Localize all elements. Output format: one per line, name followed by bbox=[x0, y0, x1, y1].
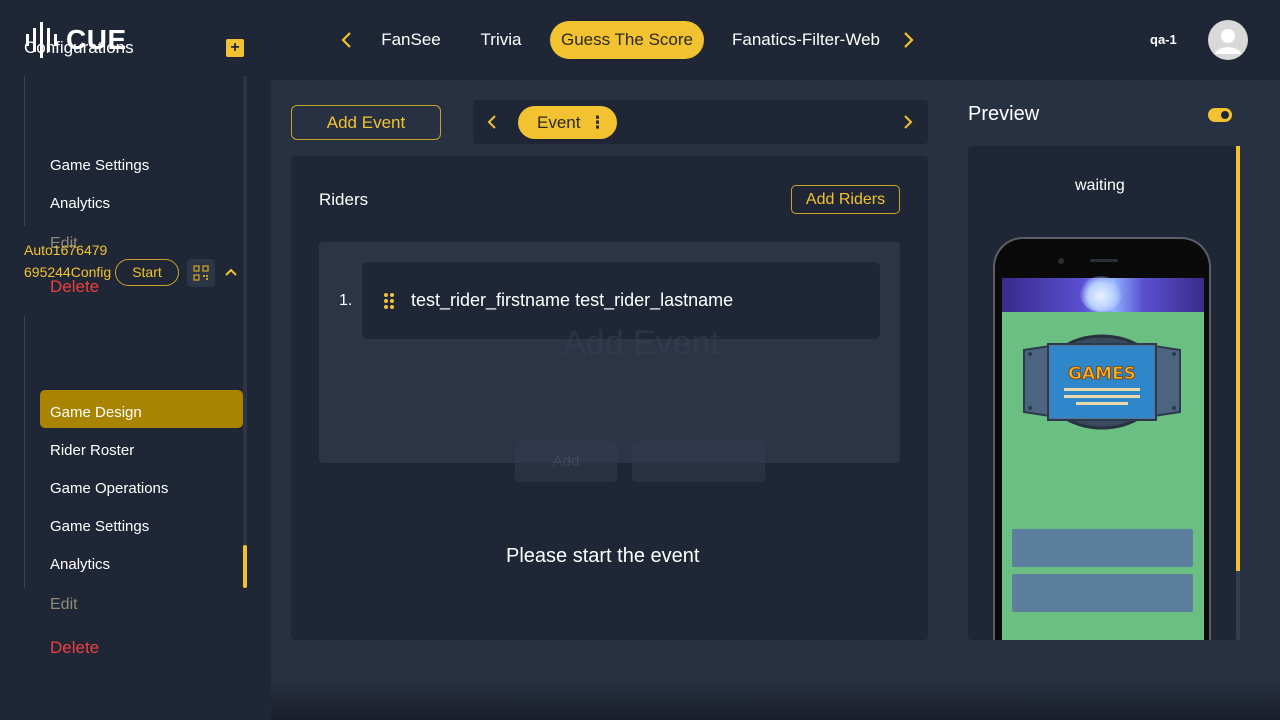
chevron-right-icon bbox=[904, 32, 914, 48]
user-icon bbox=[1215, 29, 1241, 54]
rider-name: test_rider_firstname test_rider_lastname bbox=[411, 290, 734, 310]
add-configuration-button[interactable]: + bbox=[226, 39, 244, 57]
top-bar: CUE FanSee Trivia Guess The Score Fanati… bbox=[0, 0, 1280, 80]
event-next-button[interactable] bbox=[896, 110, 920, 134]
chevron-left-icon bbox=[487, 115, 496, 129]
preview-answer-button[interactable] bbox=[1012, 529, 1193, 567]
sidebar-scrollbar[interactable] bbox=[243, 76, 247, 588]
rider-number: 1. bbox=[339, 292, 353, 309]
chevron-up-icon bbox=[225, 268, 237, 276]
avatar[interactable] bbox=[1208, 20, 1248, 60]
sidebar-title: Configurations bbox=[24, 38, 134, 57]
games-badge: GAMES bbox=[1023, 334, 1181, 430]
ghost-modal-title: Add Event bbox=[563, 324, 720, 362]
preview-title: Preview bbox=[968, 103, 1040, 125]
preview-toggle[interactable] bbox=[1208, 108, 1232, 122]
preview-answer-button[interactable] bbox=[1012, 574, 1193, 612]
tab-fanatics-filter-web[interactable]: Fanatics-Filter-Web bbox=[722, 21, 890, 59]
preview-scroll-thumb[interactable] bbox=[1236, 146, 1240, 571]
toggle-knob bbox=[1221, 111, 1229, 119]
event-prev-button[interactable] bbox=[480, 110, 504, 134]
bottom-fade bbox=[271, 676, 1280, 720]
tab-fansee[interactable]: FanSee bbox=[372, 21, 450, 59]
add-event-button[interactable]: Add Event bbox=[291, 105, 441, 140]
sidebar-item-analytics[interactable]: Analytics bbox=[50, 195, 110, 212]
drag-handle-icon[interactable] bbox=[383, 292, 395, 310]
sidebar-item-analytics[interactable]: Analytics bbox=[50, 556, 110, 573]
riders-title: Riders bbox=[319, 190, 369, 209]
user-name: qa-1 bbox=[1150, 32, 1177, 47]
chevron-left-icon bbox=[341, 32, 351, 48]
games-badge-title: GAMES bbox=[1068, 364, 1136, 384]
start-button[interactable]: Start bbox=[115, 259, 179, 286]
event-pill-label: Event bbox=[537, 113, 581, 132]
sidebar-item-rider-roster[interactable]: Rider Roster bbox=[50, 442, 134, 459]
sidebar-item-game-operations[interactable]: Game Operations bbox=[50, 480, 168, 497]
tree-line bbox=[24, 76, 25, 226]
qr-code-button[interactable] bbox=[187, 259, 215, 287]
qr-code-icon bbox=[193, 265, 209, 281]
kebab-menu-icon[interactable]: ⋮ bbox=[589, 106, 606, 139]
phone-camera bbox=[1058, 258, 1064, 264]
ghost-cancel-button bbox=[632, 441, 765, 482]
sidebar-item-delete[interactable]: Delete bbox=[50, 638, 99, 658]
sidebar-item-game-settings[interactable]: Game Settings bbox=[50, 157, 149, 174]
add-riders-button[interactable]: Add Riders bbox=[791, 185, 900, 214]
moon-image bbox=[1080, 276, 1122, 312]
tabs-prev-button[interactable] bbox=[330, 24, 362, 56]
tabs-next-button[interactable] bbox=[893, 24, 925, 56]
event-pill[interactable]: Event ⋮ bbox=[518, 106, 617, 139]
chevron-right-icon bbox=[904, 115, 913, 129]
sidebar-item-edit[interactable]: Edit bbox=[50, 596, 78, 614]
tab-guess-the-score[interactable]: Guess The Score bbox=[550, 21, 704, 59]
preview-status: waiting bbox=[1075, 177, 1125, 194]
tree-line bbox=[24, 316, 25, 588]
ghost-add-button: Add bbox=[515, 441, 617, 482]
config-name[interactable]: Auto1676479695244Config bbox=[24, 239, 114, 283]
sidebar-item-game-design[interactable]: Game Design bbox=[50, 404, 142, 421]
sidebar-item-game-settings[interactable]: Game Settings bbox=[50, 518, 149, 535]
collapse-config-button[interactable] bbox=[222, 263, 240, 281]
sidebar-scroll-thumb[interactable] bbox=[243, 545, 247, 588]
phone-speaker bbox=[1090, 259, 1118, 262]
tab-trivia[interactable]: Trivia bbox=[472, 21, 530, 59]
start-event-message: Please start the event bbox=[506, 545, 700, 567]
